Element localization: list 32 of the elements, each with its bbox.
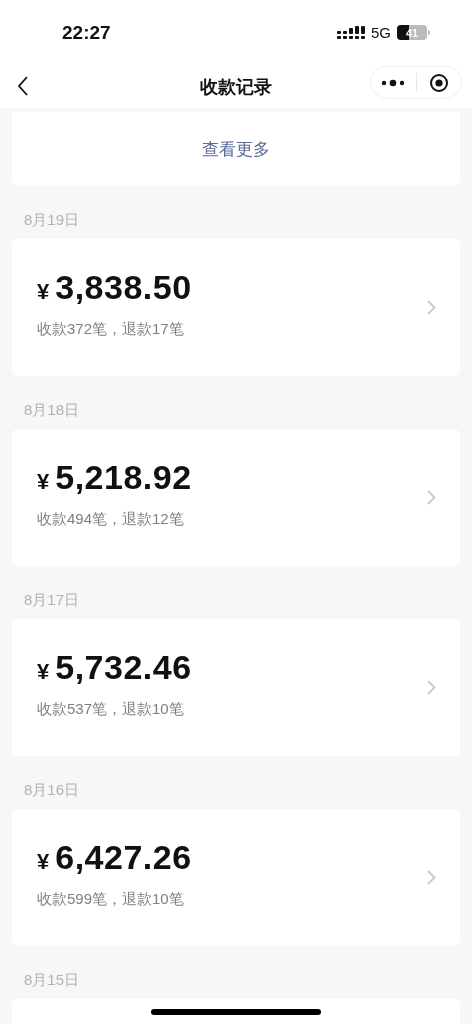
date-label: 8月15日 (23, 970, 81, 990)
amount-total: 6,427.26 (55, 838, 192, 877)
currency-symbol: ¥ (37, 279, 50, 305)
currency-symbol: ¥ (37, 469, 50, 495)
day-summary-card[interactable]: ¥ 6,427.26 收款599笔，退款10笔 (12, 809, 460, 946)
currency-symbol: ¥ (37, 659, 50, 685)
amount-total: 5,732.46 (55, 648, 192, 687)
day-summary-card[interactable]: ¥ 5,218.92 收款494笔，退款12笔 (12, 429, 460, 566)
date-label: 8月17日 (23, 590, 81, 610)
chevron-right-icon (427, 300, 436, 315)
network-type: 5G (371, 24, 391, 41)
signal-icon (337, 25, 365, 40)
day-summary-card[interactable]: ¥ 3,838.50 收款372笔，退款17笔 (12, 239, 460, 376)
date-label: 8月19日 (23, 210, 81, 230)
currency-symbol: ¥ (37, 849, 50, 875)
chevron-right-icon (427, 870, 436, 885)
amount-total: 5,218.92 (55, 458, 192, 497)
chevron-right-icon (427, 680, 436, 695)
chevron-right-icon (427, 490, 436, 505)
transaction-count: 收款537笔，退款10笔 (37, 700, 185, 719)
transaction-count: 收款494笔，退款12笔 (37, 510, 185, 529)
amount-total: 3,838.50 (55, 268, 192, 307)
transaction-count: 收款372笔，退款17笔 (37, 320, 185, 339)
view-more-link[interactable]: 查看更多 (202, 137, 270, 161)
page-title: 收款记录 (200, 75, 272, 99)
date-label: 8月16日 (23, 780, 81, 800)
clock-time: 22:27 (62, 21, 112, 44)
target-icon (428, 72, 449, 93)
transaction-count: 收款599笔，退款10笔 (37, 890, 185, 909)
day-summary-card[interactable]: ¥ 5,732.46 收款537笔，退款10笔 (12, 619, 460, 756)
more-icon (381, 78, 406, 87)
date-label: 8月18日 (23, 400, 81, 420)
